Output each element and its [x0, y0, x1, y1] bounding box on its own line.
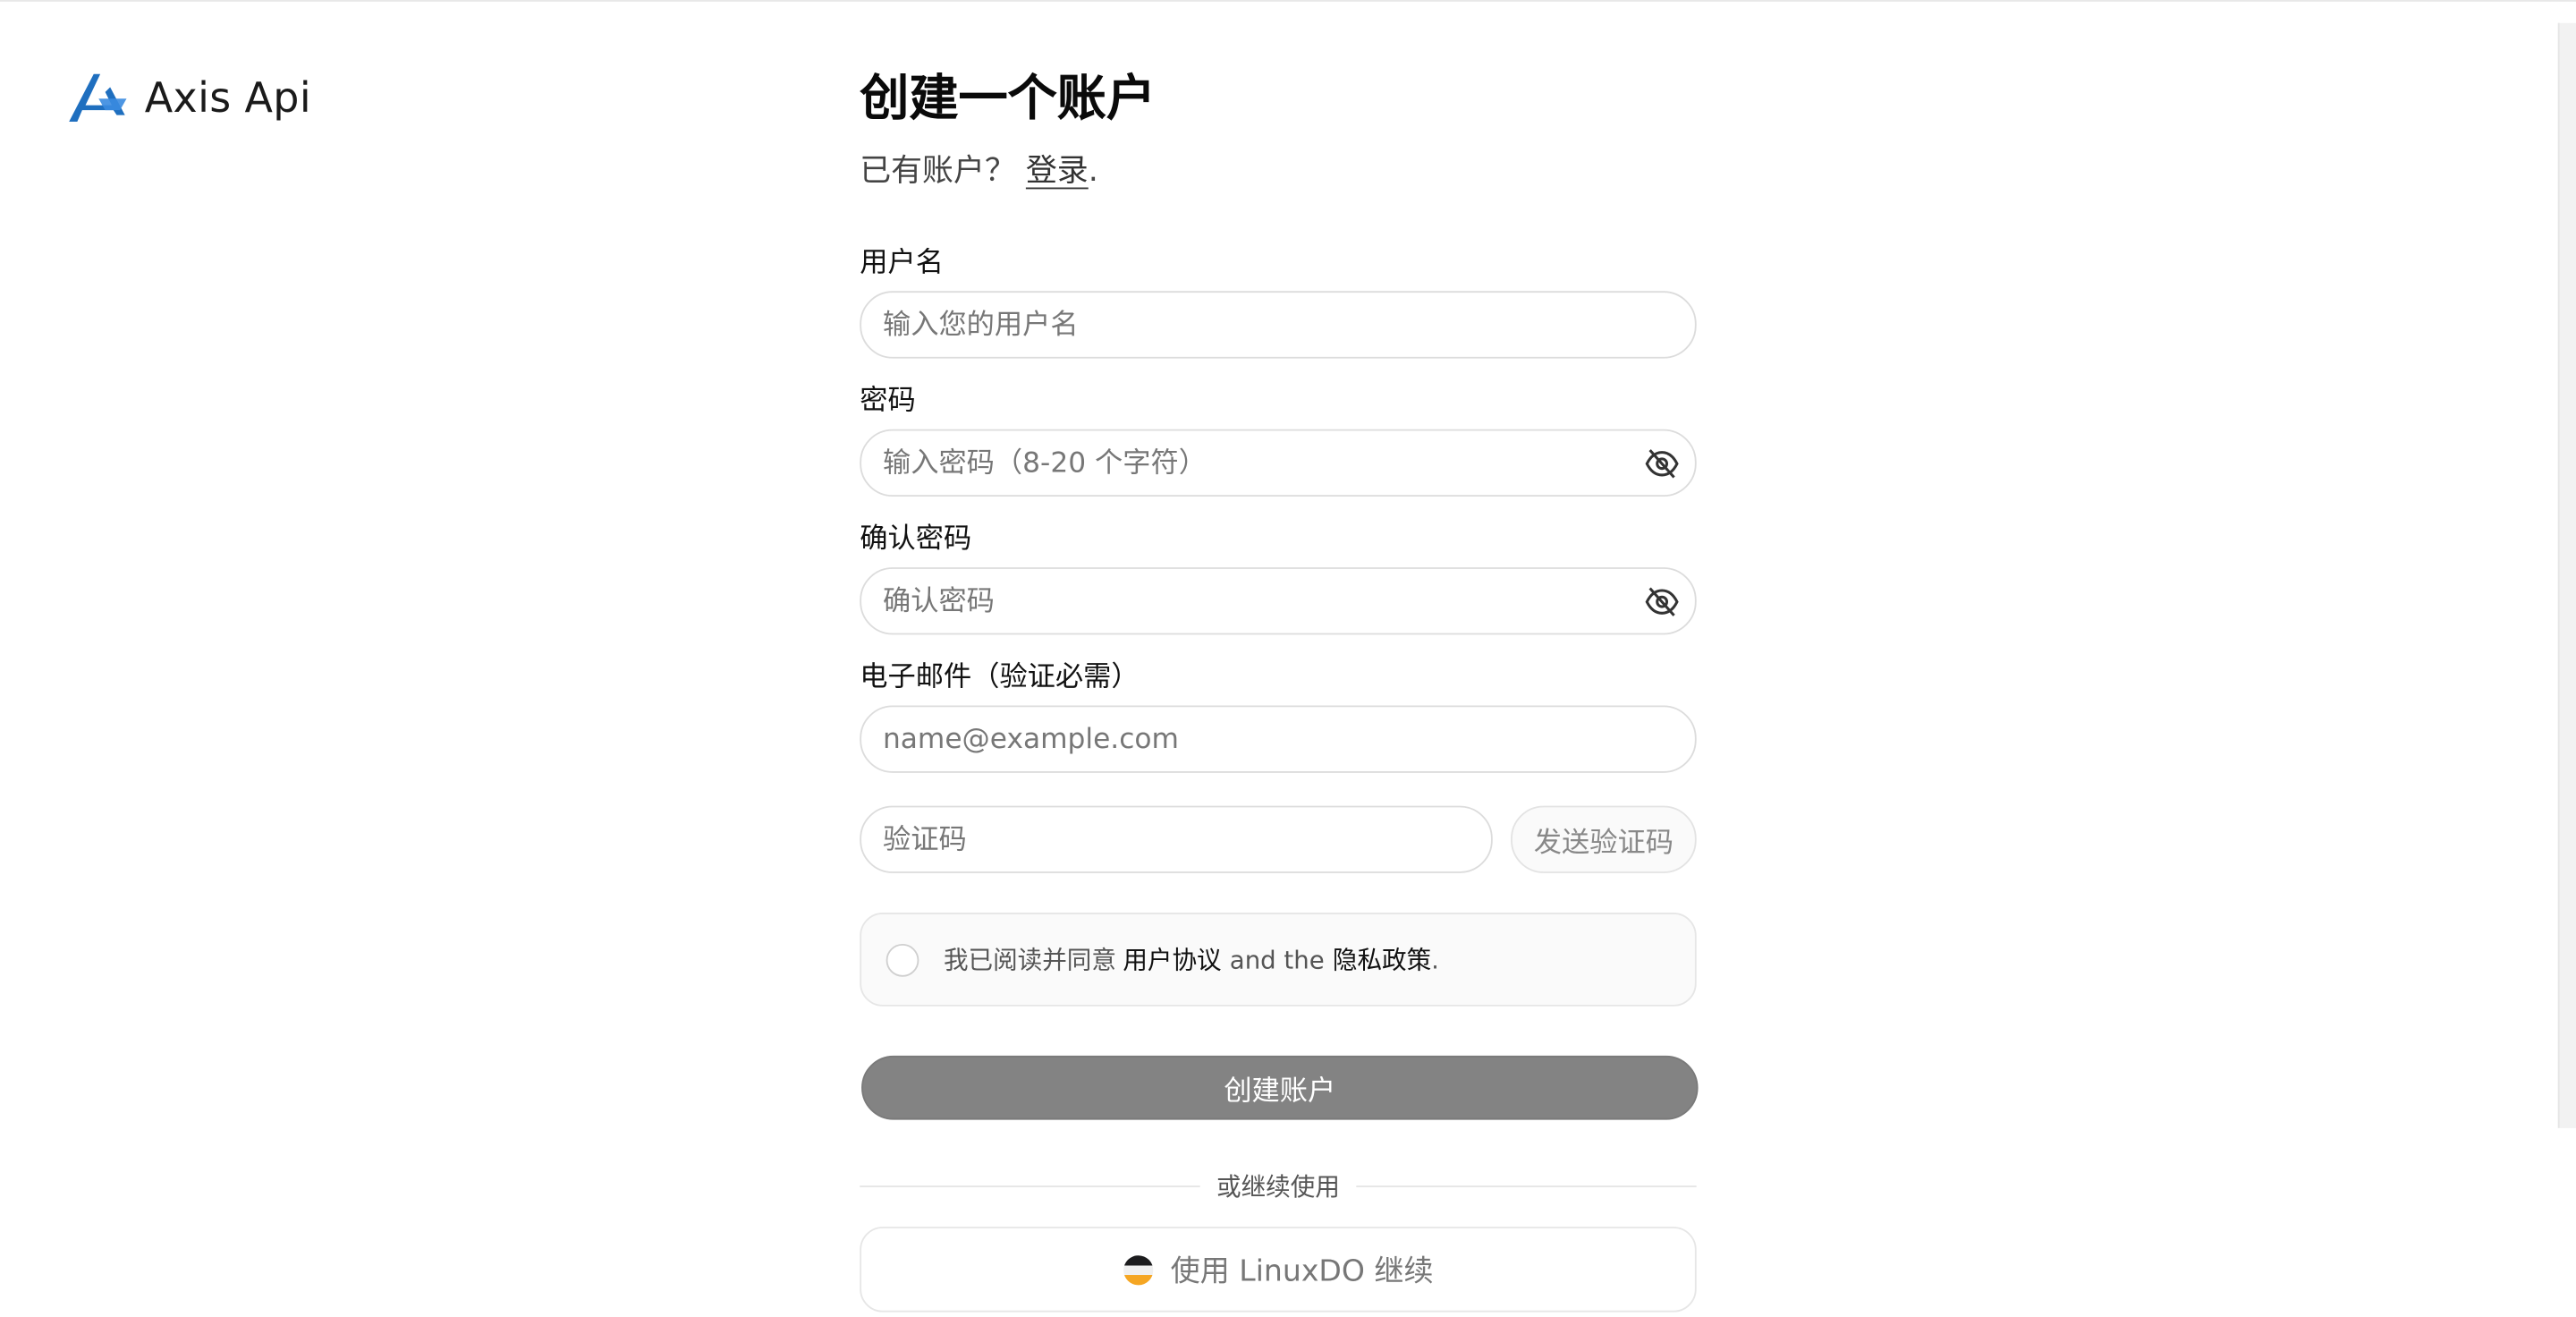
linuxdo-icon [1123, 1254, 1154, 1285]
brand-name: Axis Api [144, 72, 311, 122]
confirm-password-input[interactable] [861, 568, 1695, 633]
username-input[interactable] [861, 293, 1695, 357]
scrollbar[interactable] [2557, 22, 2576, 1128]
linuxdo-label: 使用 LinuxDO 继续 [1170, 1254, 1434, 1289]
email-input[interactable] [861, 707, 1695, 771]
page-title: 创建一个账户 [860, 71, 1157, 129]
agreement-connector: and the [1229, 944, 1325, 974]
page: Axis Api 创建一个账户 已有账户？ 登录. 用户名 密码 [0, 0, 2576, 1317]
password-field-wrap [860, 429, 1697, 497]
send-code-button[interactable]: 发送验证码 [1511, 805, 1697, 873]
verification-code-input[interactable] [861, 807, 1491, 872]
axis-logo-icon [69, 73, 127, 123]
agreement-suffix: . [1431, 944, 1439, 974]
divider-line-right [1356, 1185, 1697, 1187]
divider-text: 或继续使用 [1216, 1172, 1340, 1202]
eye-off-icon[interactable] [1644, 446, 1680, 481]
username-group: 用户名 [860, 243, 1697, 359]
confirm-password-group: 确认密码 [860, 520, 1697, 635]
confirm-password-label: 确认密码 [860, 523, 972, 557]
agreement-prefix: 我已阅读并同意 [943, 945, 1116, 975]
linuxdo-button[interactable]: 使用 LinuxDO 继续 [860, 1227, 1697, 1313]
subtitle-suffix: . [1088, 152, 1098, 190]
verification-field-wrap [860, 805, 1493, 873]
verification-row: 发送验证码 [860, 805, 1697, 873]
username-field-wrap [860, 291, 1697, 359]
eye-off-icon[interactable] [1644, 583, 1680, 619]
email-field-wrap [860, 705, 1697, 773]
top-border [0, 0, 2576, 2]
terms-link[interactable]: 用户协议 [1123, 942, 1221, 977]
password-label: 密码 [860, 385, 916, 418]
agreement-box: 我已阅读并同意 用户协议 and the 隐私政策 . [860, 913, 1697, 1007]
subtitle: 已有账户？ 登录. [860, 148, 1696, 193]
subtitle-prefix: 已有账户？ [860, 152, 1016, 190]
agreement-checkbox[interactable] [886, 943, 919, 976]
divider-line-left [860, 1185, 1200, 1187]
email-label: 电子邮件（验证必需） [860, 660, 1140, 694]
brand[interactable]: Axis Api [66, 69, 311, 124]
signup-form: 创建一个账户 已有账户？ 登录. 用户名 密码 确认密码 [860, 66, 1699, 1313]
username-label: 用户名 [860, 246, 944, 280]
privacy-link[interactable]: 隐私政策 [1333, 942, 1431, 977]
create-account-button[interactable]: 创建账户 [861, 1055, 1699, 1120]
email-group: 电子邮件（验证必需） [860, 658, 1697, 773]
login-link[interactable]: 登录 [1026, 153, 1089, 189]
password-input[interactable] [861, 430, 1695, 496]
confirm-password-field-wrap [860, 567, 1697, 635]
password-group: 密码 [860, 381, 1697, 497]
divider: 或继续使用 [860, 1169, 1697, 1204]
